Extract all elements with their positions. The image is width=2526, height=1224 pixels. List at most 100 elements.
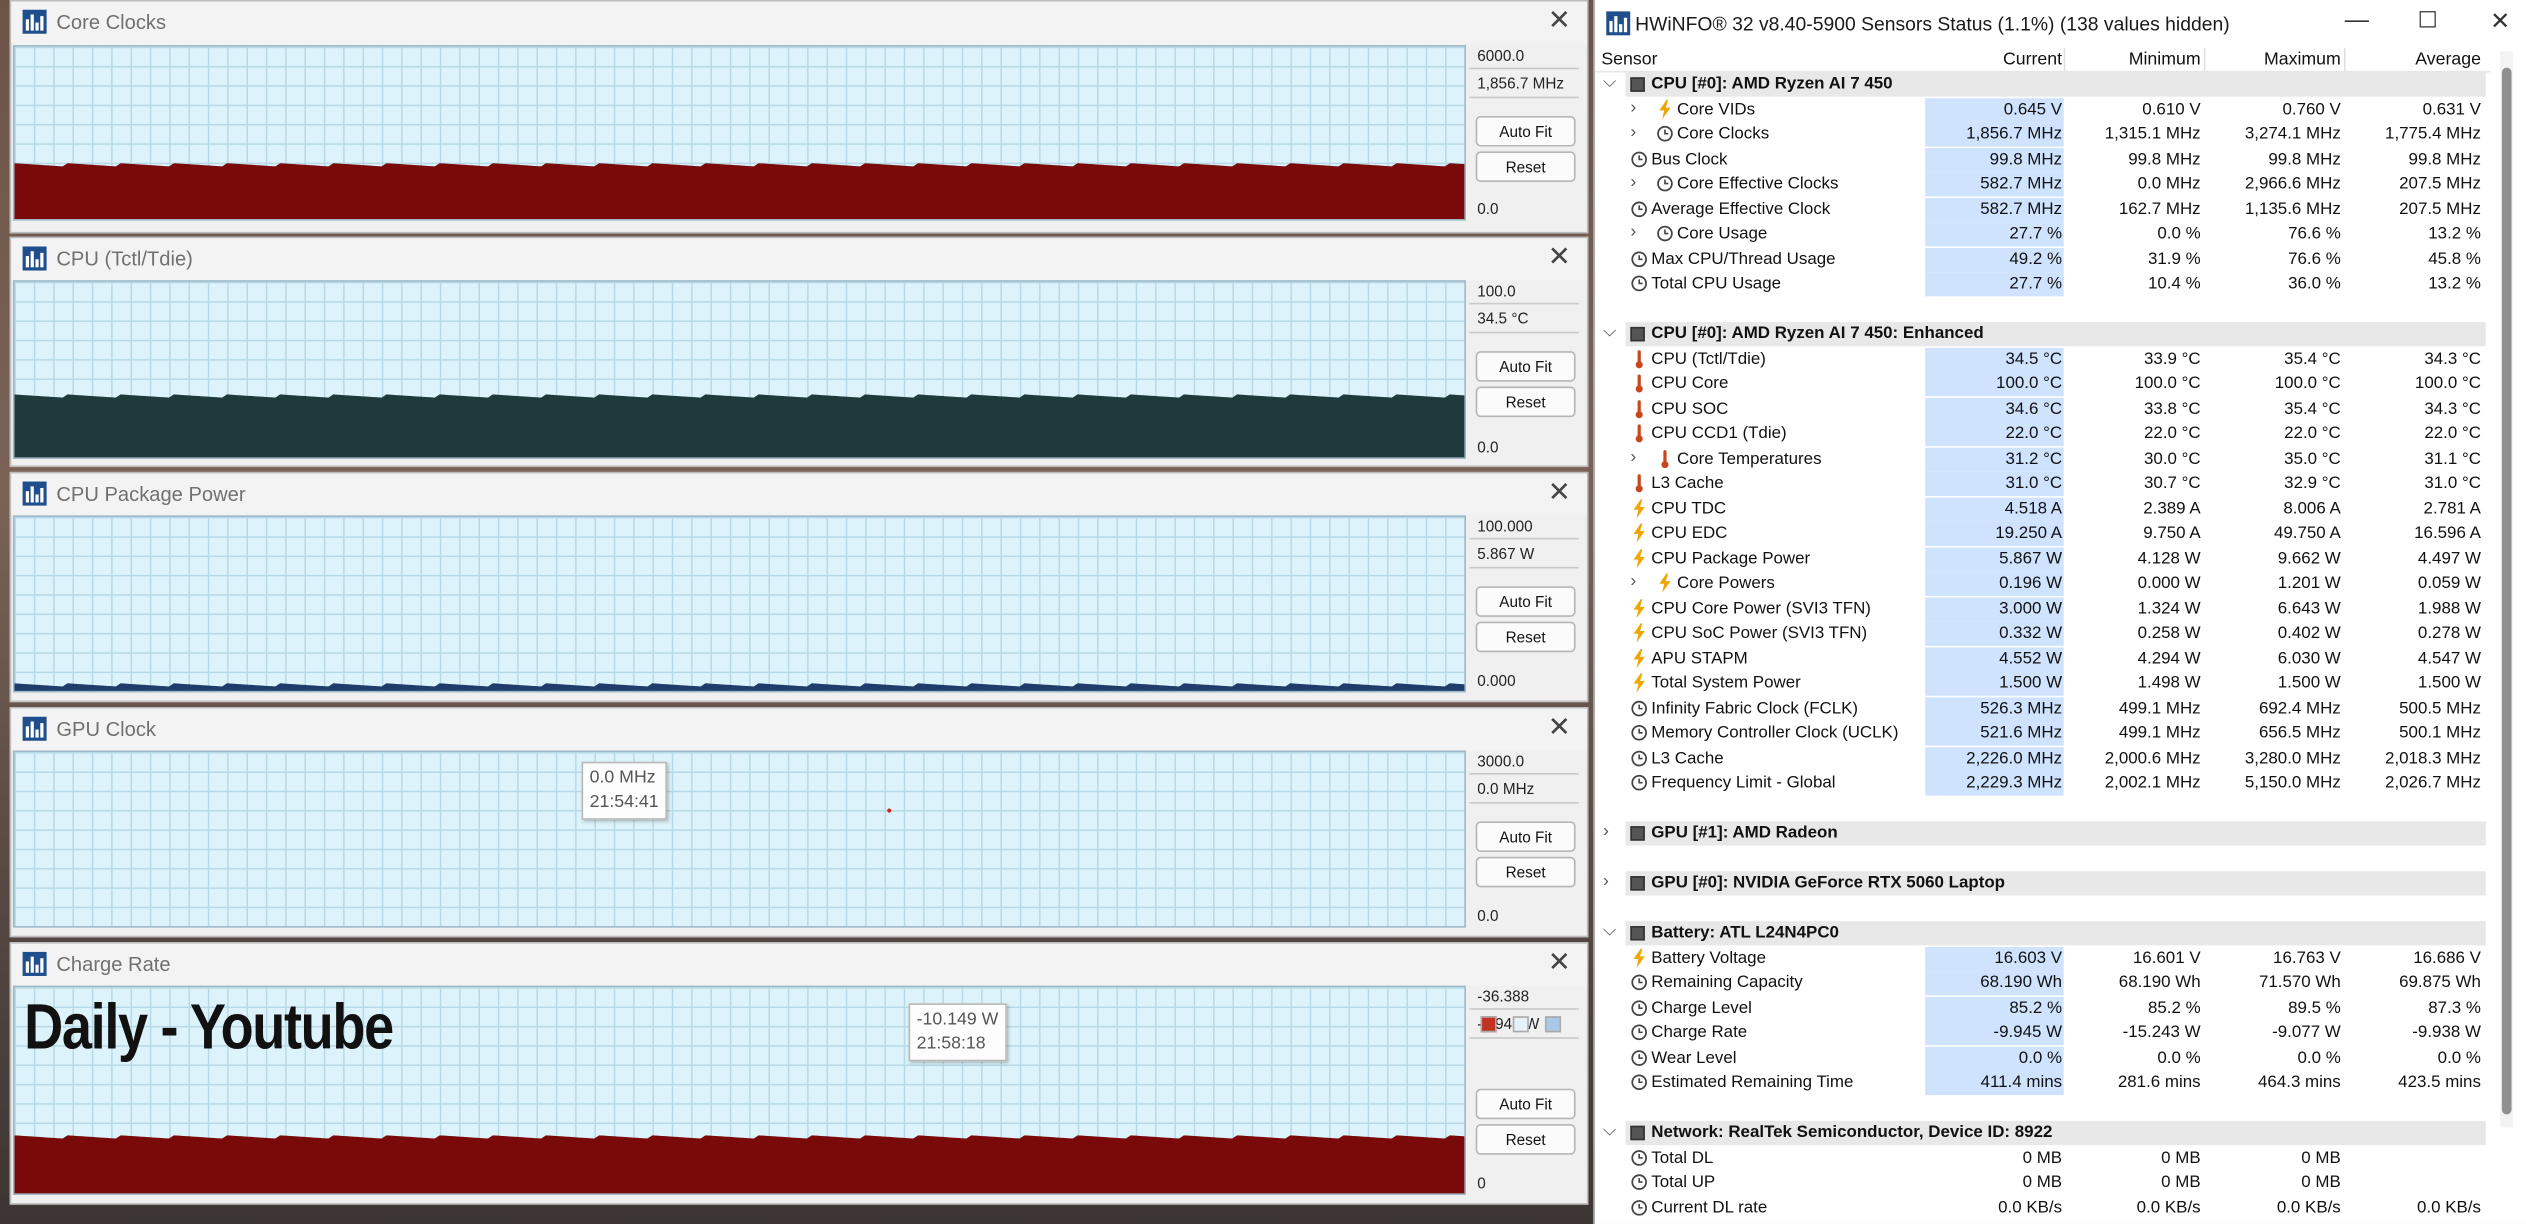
sensor-row-charge-rate[interactable]: Charge Rate -9.945 W -15.243 W -9.077 W -9.9… [1595, 1021, 2491, 1046]
graph-title-bar[interactable]: CPU (Tctl/Tdie) ✕ [11, 238, 1587, 281]
sensor-row-remaining-capacity[interactable]: Remaining Capacity 68.190 Wh 68.190 Wh 71.5… [1595, 971, 2491, 996]
chevron-right-icon[interactable]: › [1630, 172, 1636, 191]
sensor-row-estimated-remaining-time[interactable]: Estimated Remaining Time 411.4 mins 281.6 … [1595, 1070, 2491, 1096]
graph-window-core-clocks[interactable]: Core Clocks ✕ 6000.0 1,856.7 MHz 0.0 Auto Fit… [9, 0, 1589, 234]
color-swatch[interactable] [1480, 1016, 1497, 1033]
sensor-row-l3-cache[interactable]: L3 Cache 31.0 °C 30.7 °C 32.9 °C 31.0 °C [1595, 471, 2491, 497]
auto-fit-button[interactable]: Auto Fit [1475, 821, 1576, 852]
value-maximum: 35.0 °C [2284, 448, 2341, 468]
minimize-button[interactable]: — [2333, 6, 2381, 33]
sensor-row-cpu-soc[interactable]: CPU SOC 34.6 °C 33.8 °C 35.4 °C 34.3 °C [1595, 396, 2491, 422]
sensor-row-core-effective-clocks[interactable]: › Core Effective Clocks 582.7 MHz 0.0 MHz 2,… [1595, 172, 2491, 197]
sensor-row-average-effective-clock[interactable]: Average Effective Clock 582.7 MHz 162.7 MH… [1595, 197, 2491, 222]
sensor-row-core-usage[interactable]: › Core Usage 27.7 % 0.0 % 76.6 % 13.2 % [1595, 222, 2491, 247]
chevron-down-icon[interactable]: ⌵ [1603, 72, 1616, 93]
close-button[interactable]: ✕ [1548, 947, 1571, 979]
chevron-right-icon[interactable]: › [1630, 572, 1636, 591]
graph-window-gpu-clock[interactable]: GPU Clock ✕ 3000.0 0.0 MHz 0.0 Auto Fit Reset 0… [9, 707, 1589, 938]
sensor-row-core-clocks[interactable]: › Core Clocks 1,856.7 MHz 1,315.1 MHz 3,274.… [1595, 122, 2491, 147]
sensor-row-cpu-package-power[interactable]: CPU Package Power 5.867 W 4.128 W 9.662 W 4.… [1595, 546, 2491, 572]
chevron-right-icon[interactable]: › [1603, 821, 1609, 840]
chevron-down-icon[interactable]: ⌵ [1603, 1121, 1616, 1142]
sensor-row-bus-clock[interactable]: Bus Clock 99.8 MHz 99.8 MHz 99.8 MHz 99.8 MH… [1595, 147, 2491, 172]
reset-button[interactable]: Reset [1475, 151, 1576, 182]
close-button[interactable]: ✕ [1548, 5, 1571, 37]
reset-button[interactable]: Reset [1475, 856, 1576, 888]
chevron-right-icon[interactable]: › [1630, 222, 1636, 241]
close-button[interactable]: ✕ [2476, 6, 2524, 35]
col-average[interactable]: Average [2415, 50, 2481, 69]
scrollbar-thumb[interactable] [2501, 67, 2512, 1115]
sensor-group-gpu-1-amd-radeon[interactable]: › GPU [#1]: AMD Radeon [1595, 821, 2491, 846]
sensor-row-cpu-core[interactable]: CPU Core 100.0 °C 100.0 °C 100.0 °C 100.0 °C [1595, 372, 2491, 397]
sensor-group-cpu-0-amd-ryzen-ai-7-450-enhanced[interactable]: ⌵ CPU [#0]: AMD Ryzen AI 7 450: Enhanced [1595, 322, 2491, 347]
auto-fit-button[interactable]: Auto Fit [1475, 586, 1576, 617]
close-button[interactable]: ✕ [1548, 712, 1571, 744]
group-name: Battery: ATL L24N4PC0 [1651, 922, 1839, 943]
sensor-row-total-up[interactable]: Total UP 0 MB 0 MB 0 MB [1595, 1171, 2491, 1196]
col-maximum[interactable]: Maximum [2264, 50, 2341, 69]
sensor-row-cpu-soc-power-svi3-tfn[interactable]: CPU SoC Power (SVI3 TFN) 0.332 W 0.258 W 0.… [1595, 621, 2491, 647]
col-minimum[interactable]: Minimum [2129, 50, 2201, 69]
value-maximum: 16.763 V [2273, 947, 2341, 968]
maximize-button[interactable]: ☐ [2404, 6, 2452, 33]
sensor-row-cpu-tctl-tdie[interactable]: CPU (Tctl/Tdie) 34.5 °C 33.9 °C 35.4 °C 34.3… [1595, 347, 2491, 372]
sensor-row-cpu-ccd1-tdie[interactable]: CPU CCD1 (Tdie) 22.0 °C 22.0 °C 22.0 °C 22.0… [1595, 421, 2491, 447]
sensor-row-current-dl-rate[interactable]: Current DL rate 0.0 KB/s 0.0 KB/s 0.0 KB/s 0… [1595, 1196, 2491, 1221]
sensor-row-wear-level[interactable]: Wear Level 0.0 % 0.0 % 0.0 % 0.0 % [1595, 1046, 2491, 1071]
graph-title-bar[interactable]: CPU Package Power ✕ [11, 473, 1587, 516]
vertical-scrollbar[interactable] [2500, 51, 2514, 1128]
graph-plot-area[interactable] [12, 45, 1467, 221]
sensor-row-total-cpu-usage[interactable]: Total CPU Usage 27.7 % 10.4 % 36.0 % 13.2 % [1595, 272, 2491, 297]
chevron-down-icon[interactable]: ⌵ [1603, 322, 1616, 343]
sensor-row-core-temperatures[interactable]: › Core Temperatures 31.2 °C 30.0 °C 35.0 °C 3… [1595, 446, 2491, 472]
sensor-row-l3-cache[interactable]: L3 Cache 2,226.0 MHz 2,000.6 MHz 3,280.0 MH… [1595, 746, 2491, 771]
graph-window-cpu-tctl-tdie[interactable]: CPU (Tctl/Tdie) ✕ 100.0 34.5 °C 0.0 Auto Fit R… [9, 236, 1589, 468]
sensor-group-cpu-0-amd-ryzen-ai-7-450[interactable]: ⌵ CPU [#0]: AMD Ryzen AI 7 450 [1595, 72, 2491, 97]
graph-plot-area[interactable] [12, 280, 1467, 459]
sensor-row-memory-controller-clock-uclk[interactable]: Memory Controller Clock (UCLK) 521.6 MHz 4… [1595, 721, 2491, 747]
chevron-right-icon[interactable]: › [1630, 447, 1636, 466]
close-button[interactable]: ✕ [1548, 477, 1571, 509]
reset-button[interactable]: Reset [1475, 1124, 1576, 1155]
graph-window-cpu-package-power[interactable]: CPU Package Power ✕ 100.000 5.867 W 0.000 Aut… [9, 471, 1589, 703]
sensor-row-cpu-core-power-svi3-tfn[interactable]: CPU Core Power (SVI3 TFN) 3.000 W 1.324 W 6… [1595, 596, 2491, 622]
graph-window-charge-rate[interactable]: Charge Rate ✕ -36.388 -9.945 W 0 Auto Fit Rese… [9, 942, 1589, 1205]
graph-title-bar[interactable]: Core Clocks ✕ [11, 1, 1587, 44]
reset-button[interactable]: Reset [1475, 386, 1576, 418]
graph-plot-area[interactable] [12, 750, 1467, 928]
col-sensor[interactable]: Sensor [1601, 50, 1657, 69]
col-current[interactable]: Current [2003, 50, 2062, 69]
chevron-right-icon[interactable]: › [1603, 871, 1609, 890]
graph-plot-area[interactable] [12, 515, 1467, 693]
sensor-row-cpu-tdc[interactable]: CPU TDC 4.518 A 2.389 A 8.006 A 2.781 A [1595, 496, 2491, 522]
sensor-row-battery-voltage[interactable]: Battery Voltage 16.603 V 16.601 V 16.763 V 1… [1595, 946, 2491, 971]
sensor-row-apu-stapm[interactable]: APU STAPM 4.552 W 4.294 W 6.030 W 4.547 W [1595, 646, 2491, 672]
sensor-row-max-cpu-thread-usage[interactable]: Max CPU/Thread Usage 49.2 % 31.9 % 76.6 % 45… [1595, 247, 2491, 272]
close-button[interactable]: ✕ [1548, 242, 1571, 274]
chevron-down-icon[interactable]: ⌵ [1603, 921, 1616, 942]
graph-title-bar[interactable]: GPU Clock ✕ [11, 708, 1587, 751]
sensor-row-infinity-fabric-clock-fclk[interactable]: Infinity Fabric Clock (FCLK) 526.3 MHz 499… [1595, 696, 2491, 722]
chevron-right-icon[interactable]: › [1630, 97, 1636, 116]
auto-fit-button[interactable]: Auto Fit [1475, 115, 1576, 147]
auto-fit-button[interactable]: Auto Fit [1475, 1088, 1576, 1120]
color-swatch[interactable] [1544, 1016, 1562, 1033]
chevron-right-icon[interactable]: › [1630, 122, 1636, 141]
sensor-row-total-dl[interactable]: Total DL 0 MB 0 MB 0 MB [1595, 1146, 2491, 1171]
sensor-group-network-realtek-semiconductor-device-id-8922[interactable]: ⌵ Network: RealTek Semiconductor, Device … [1595, 1120, 2491, 1146]
hwinfo-sensors-window[interactable]: HWiNFO® 32 v8.40-5900 Sensors Status (1.… [1593, 0, 2526, 1224]
reset-button[interactable]: Reset [1475, 621, 1576, 653]
sensor-row-charge-level[interactable]: Charge Level 85.2 % 85.2 % 89.5 % 87.3 % [1595, 996, 2491, 1021]
color-swatch[interactable] [1512, 1016, 1529, 1033]
sensor-row-core-vids[interactable]: › Core VIDs 0.645 V 0.610 V 0.760 V 0.631 V [1595, 97, 2491, 122]
auto-fit-button[interactable]: Auto Fit [1475, 351, 1576, 382]
sensor-group-gpu-0-nvidia-geforce-rtx-5060-laptop[interactable]: › GPU [#0]: NVIDIA GeForce RTX 5060 Lapto… [1595, 871, 2491, 896]
sensor-row-core-powers[interactable]: › Core Powers 0.196 W 0.000 W 1.201 W 0.059 W [1595, 571, 2491, 597]
graph-title-bar[interactable]: Charge Rate ✕ [11, 943, 1587, 986]
sensor-row-total-system-power[interactable]: Total System Power 1.500 W 1.498 W 1.500 W 1… [1595, 671, 2491, 697]
sensor-group-battery-atl-l24n4pc0[interactable]: ⌵ Battery: ATL L24N4PC0 [1595, 921, 2491, 946]
title-bar[interactable]: HWiNFO® 32 v8.40-5900 Sensors Status (1.… [1594, 0, 2526, 49]
sensor-row-cpu-edc[interactable]: CPU EDC 19.250 A 9.750 A 49.750 A 16.596 A [1595, 521, 2491, 547]
sensor-row-frequency-limit-global[interactable]: Frequency Limit - Global 2,229.3 MHz 2,002… [1595, 771, 2491, 796]
